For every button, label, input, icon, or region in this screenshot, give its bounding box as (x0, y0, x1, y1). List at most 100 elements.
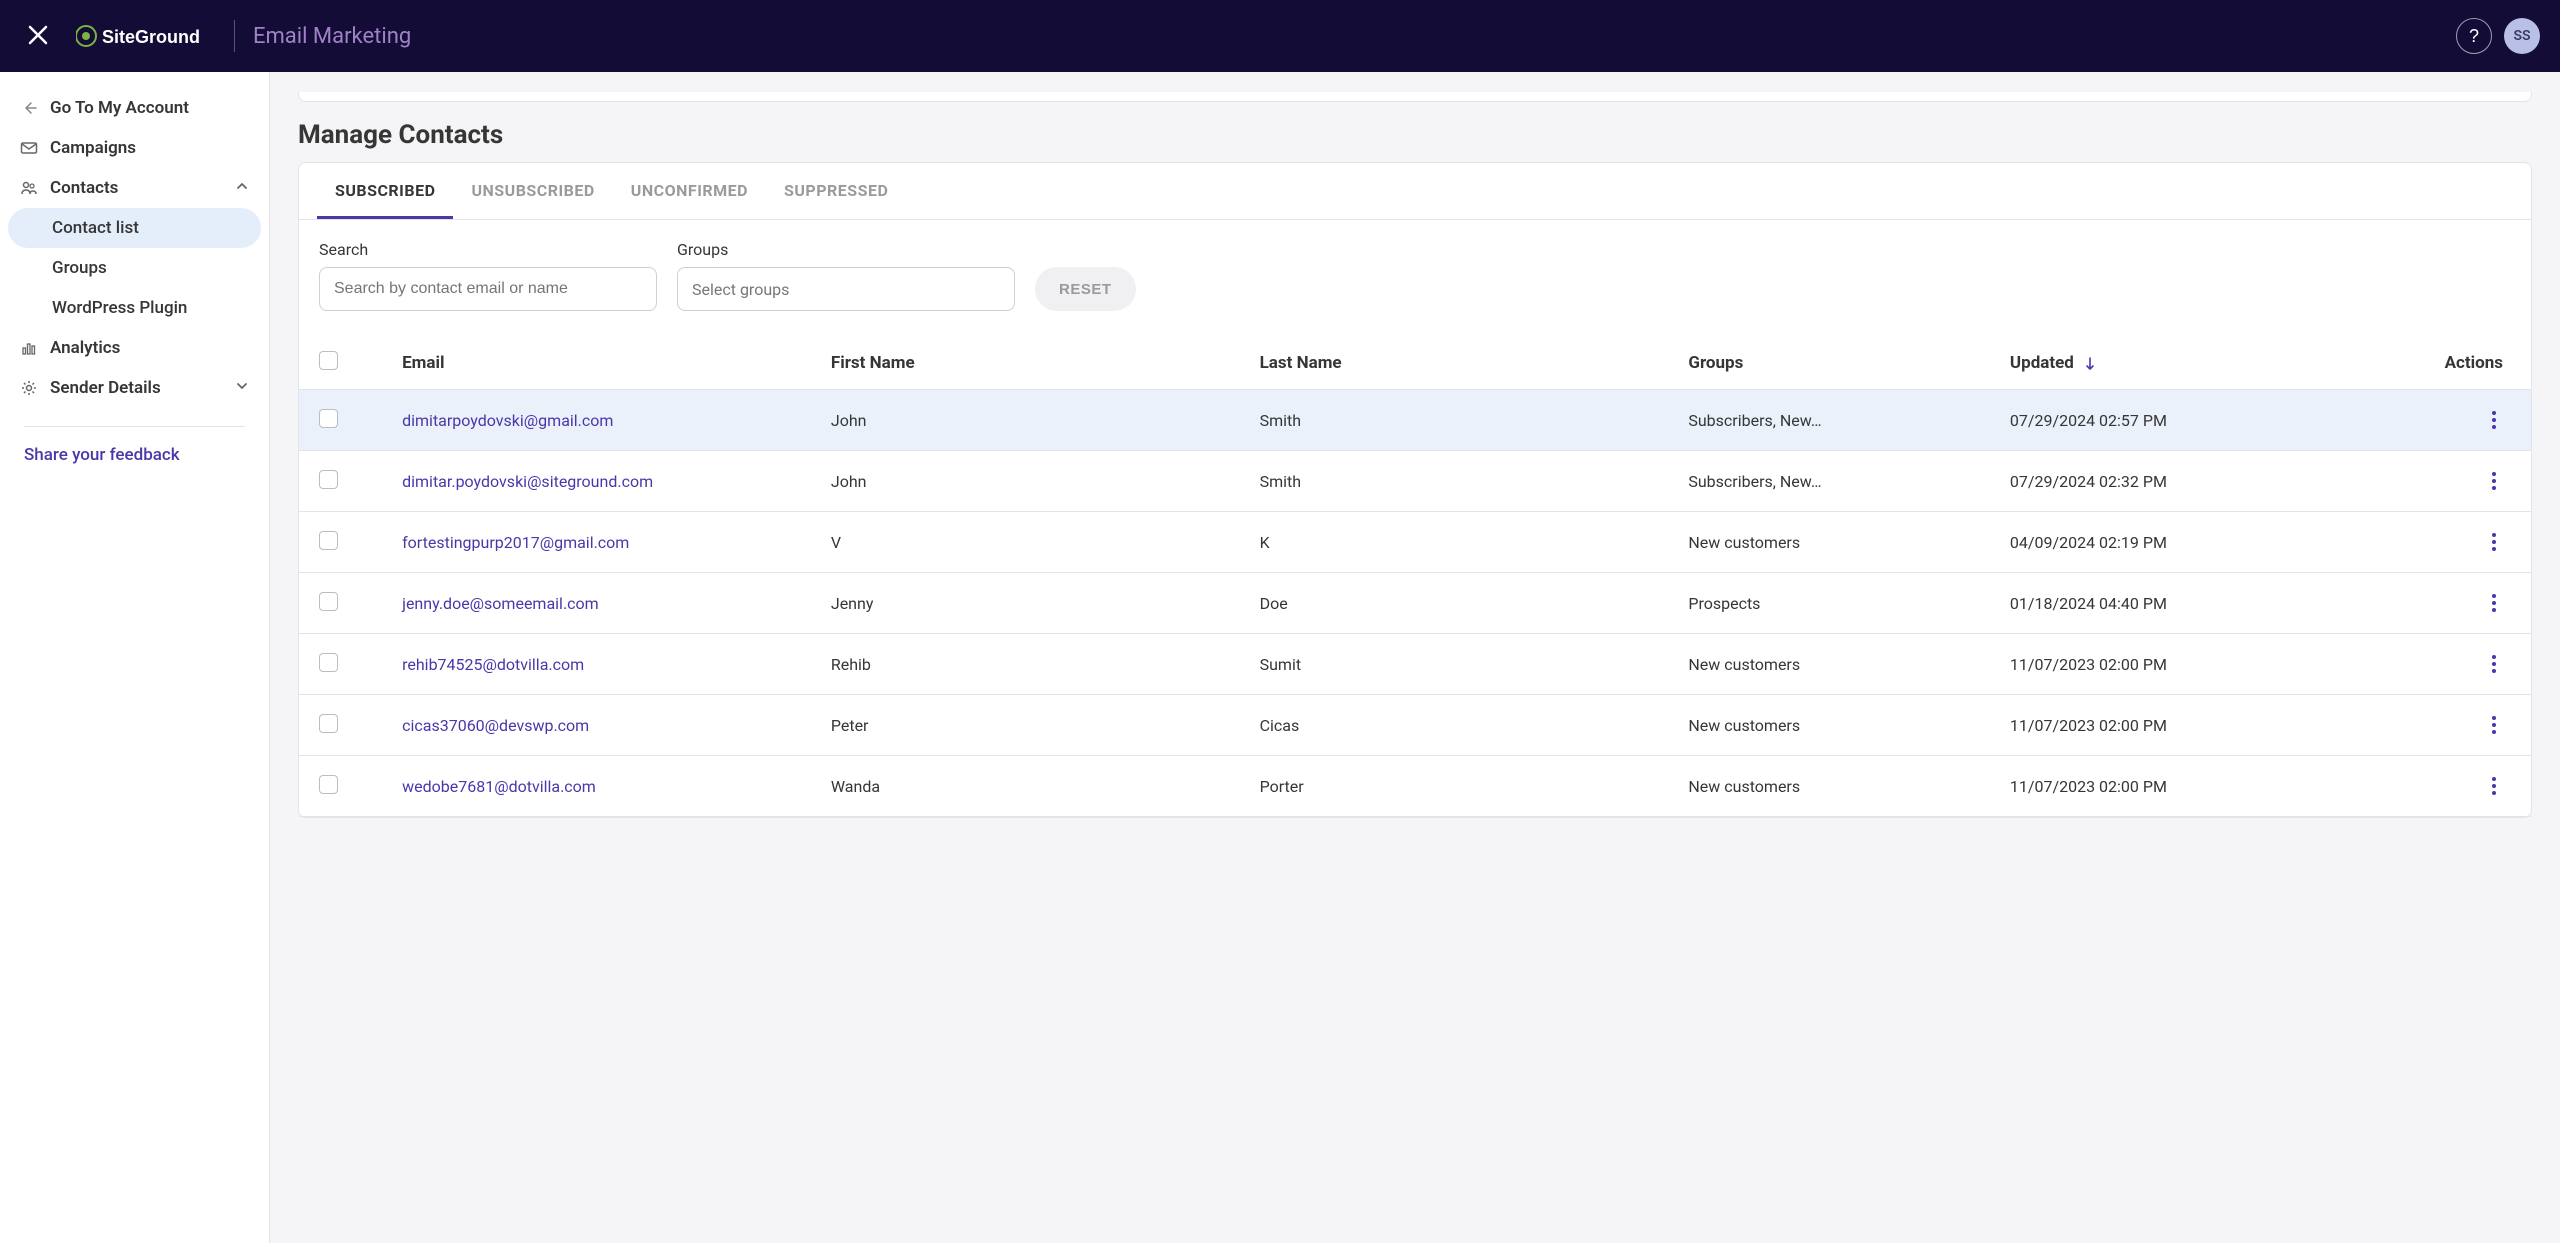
row-actions-button[interactable] (2485, 770, 2503, 802)
row-checkbox[interactable] (319, 714, 338, 733)
last-name-cell: K (1248, 512, 1677, 573)
first-name-cell: Rehib (819, 634, 1248, 695)
tab-unsubscribed[interactable]: UNSUBSCRIBED (453, 163, 612, 219)
contacts-card: SUBSCRIBED UNSUBSCRIBED UNCONFIRMED SUPP… (298, 162, 2532, 818)
email-link[interactable]: jenny.doe@someemail.com (402, 594, 599, 613)
row-actions-button[interactable] (2485, 648, 2503, 680)
user-avatar[interactable]: SS (2504, 18, 2540, 54)
col-groups[interactable]: Groups (1676, 337, 1998, 390)
row-actions-button[interactable] (2485, 404, 2503, 436)
sidebar-sub-wp-plugin[interactable]: WordPress Plugin (8, 288, 261, 328)
updated-cell: 11/07/2023 02:00 PM (1998, 756, 2355, 817)
groups-select[interactable]: Select groups (677, 267, 1015, 311)
col-actions: Actions (2355, 337, 2531, 390)
more-vertical-icon (2491, 654, 2497, 674)
arrow-left-icon (20, 99, 38, 117)
gear-icon (20, 379, 38, 397)
people-icon (20, 179, 38, 197)
row-checkbox[interactable] (319, 470, 338, 489)
row-actions-button[interactable] (2485, 587, 2503, 619)
email-link[interactable]: dimitarpoydovski@gmail.com (402, 411, 613, 430)
close-icon (28, 25, 48, 45)
sidebar-item-label: Analytics (50, 338, 120, 358)
email-link[interactable]: wedobe7681@dotvilla.com (402, 777, 596, 796)
first-name-cell: John (819, 390, 1248, 451)
sidebar-sub-label: Groups (52, 258, 107, 278)
first-name-cell: John (819, 451, 1248, 512)
filters: Search Groups Select groups RESET (299, 220, 2531, 337)
more-vertical-icon (2491, 410, 2497, 430)
sidebar-sub-label: WordPress Plugin (52, 298, 187, 318)
help-button[interactable]: ? (2456, 18, 2492, 54)
table-row: dimitarpoydovski@gmail.comJohnSmithSubsc… (299, 390, 2531, 451)
more-vertical-icon (2491, 715, 2497, 735)
email-link[interactable]: cicas37060@devswp.com (402, 716, 589, 735)
row-checkbox[interactable] (319, 653, 338, 672)
app-header: SiteGround Email Marketing ? SS (0, 0, 2560, 72)
groups-label: Groups (677, 240, 1015, 259)
col-checkbox (299, 337, 390, 390)
more-vertical-icon (2491, 593, 2497, 613)
table-row: jenny.doe@someemail.com JennyDoe Prospects… (299, 573, 2531, 634)
page-title: Manage Contacts (298, 120, 2532, 150)
sidebar: Go To My Account Campaigns Contacts Cont… (0, 72, 270, 1243)
row-actions-button[interactable] (2485, 465, 2503, 497)
chevron-down-icon (235, 378, 249, 398)
sidebar-item-analytics[interactable]: Analytics (8, 328, 261, 368)
groups-cell: Subscribers, New… (1688, 411, 1848, 430)
sidebar-divider (24, 426, 245, 427)
row-actions-button[interactable] (2485, 709, 2503, 741)
tab-suppressed[interactable]: SUPPRESSED (766, 163, 906, 219)
sidebar-sub-groups[interactable]: Groups (8, 248, 261, 288)
sidebar-item-campaigns[interactable]: Campaigns (8, 128, 261, 168)
groups-cell: New customers (1688, 533, 1848, 552)
groups-cell: Prospects (1688, 594, 1848, 613)
tab-unconfirmed[interactable]: UNCONFIRMED (613, 163, 766, 219)
first-name-cell: Wanda (819, 756, 1248, 817)
tab-subscribed[interactable]: SUBSCRIBED (317, 163, 453, 219)
app-title: Email Marketing (253, 24, 411, 49)
table-row: rehib74525@dotvilla.com RehibSumit New cus… (299, 634, 2531, 695)
row-actions-button[interactable] (2485, 526, 2503, 558)
svg-text:SiteGround: SiteGround (102, 27, 200, 47)
updated-cell: 07/29/2024 02:32 PM (1998, 451, 2355, 512)
last-name-cell: Doe (1248, 573, 1677, 634)
email-link[interactable]: rehib74525@dotvilla.com (402, 655, 584, 674)
go-to-account-label: Go To My Account (50, 98, 189, 118)
sidebar-item-sender-details[interactable]: Sender Details (8, 368, 261, 408)
groups-cell: Subscribers, New… (1688, 472, 1848, 491)
row-checkbox[interactable] (319, 592, 338, 611)
sort-desc-icon (2084, 353, 2096, 373)
email-link[interactable]: dimitar.poydovski@siteground.com (402, 472, 653, 491)
table-row: cicas37060@devswp.comPeterCicasNew custo… (299, 695, 2531, 756)
row-checkbox[interactable] (319, 775, 338, 794)
search-field: Search (319, 240, 657, 311)
row-checkbox[interactable] (319, 409, 338, 428)
feedback-link[interactable]: Share your feedback (8, 445, 261, 465)
sidebar-item-contacts[interactable]: Contacts (8, 168, 261, 208)
sidebar-sub-contact-list[interactable]: Contact list (8, 208, 261, 248)
go-to-account-link[interactable]: Go To My Account (8, 88, 261, 128)
first-name-cell: Jenny (819, 573, 1248, 634)
updated-cell: 04/09/2024 02:19 PM (1998, 512, 2355, 573)
col-email[interactable]: Email (390, 337, 819, 390)
last-name-cell: Cicas (1248, 695, 1677, 756)
tabs: SUBSCRIBED UNSUBSCRIBED UNCONFIRMED SUPP… (299, 163, 2531, 220)
row-checkbox[interactable] (319, 531, 338, 550)
col-last-name[interactable]: Last Name (1248, 337, 1677, 390)
col-first-name[interactable]: First Name (819, 337, 1248, 390)
chart-icon (20, 339, 38, 357)
close-button[interactable] (20, 12, 56, 60)
search-input[interactable] (319, 267, 657, 311)
email-link[interactable]: fortestingpurp2017@gmail.com (402, 533, 629, 552)
last-name-cell: Sumit (1248, 634, 1677, 695)
chevron-up-icon (235, 178, 249, 198)
reset-button[interactable]: RESET (1035, 267, 1136, 311)
first-name-cell: Peter (819, 695, 1248, 756)
siteground-logo: SiteGround (76, 22, 216, 50)
col-updated[interactable]: Updated (1998, 337, 2355, 390)
table-row: wedobe7681@dotvilla.comWandaPorterNew cu… (299, 756, 2531, 817)
groups-cell: New customers (1688, 655, 1848, 674)
sidebar-item-label: Contacts (50, 178, 118, 198)
select-all-checkbox[interactable] (319, 351, 338, 370)
